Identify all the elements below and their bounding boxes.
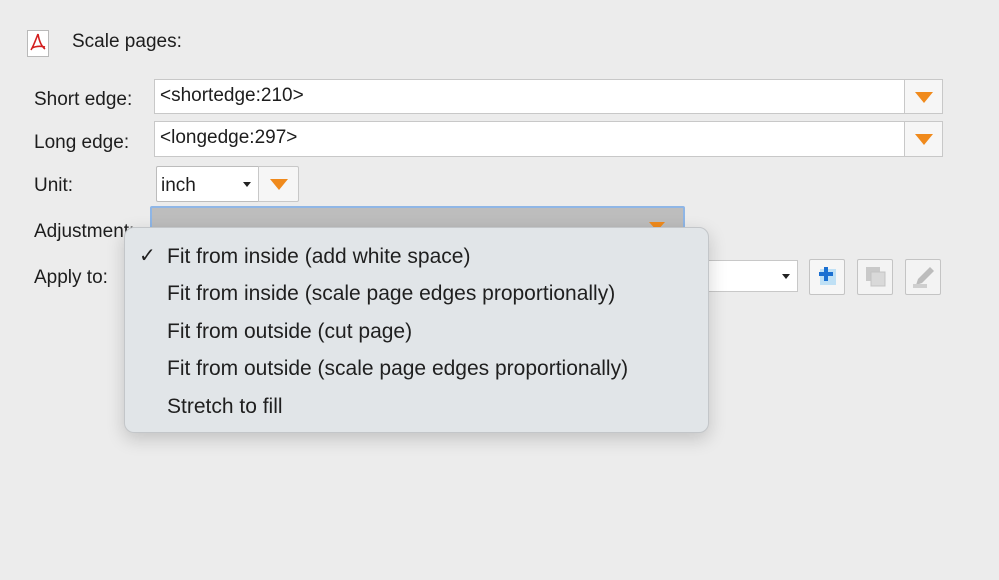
long-edge-dropdown-button[interactable]: [904, 121, 943, 157]
pdf-icon: [27, 30, 49, 57]
menu-item-label: Fit from outside (scale page edges propo…: [167, 350, 628, 387]
menu-item-fit-inside-proportional[interactable]: Fit from inside (scale page edges propor…: [125, 275, 708, 312]
caret-down-icon: [782, 274, 790, 279]
short-edge-field[interactable]: <shortedge:210>: [154, 79, 905, 114]
long-edge-label: Long edge:: [34, 132, 129, 154]
add-icon: [810, 260, 844, 294]
menu-item-fit-inside-white-space[interactable]: ✓ Fit from inside (add white space): [125, 238, 708, 275]
checkmark-icon: ✓: [139, 238, 156, 275]
unit-select[interactable]: inch: [156, 166, 259, 202]
add-button[interactable]: [809, 259, 845, 295]
chevron-down-icon: [915, 92, 933, 103]
short-edge-value: <shortedge:210>: [160, 85, 304, 107]
short-edge-dropdown-button[interactable]: [904, 79, 943, 114]
adjustment-label: Adjustment:: [34, 221, 134, 243]
duplicate-button[interactable]: [857, 259, 893, 295]
edit-button[interactable]: [905, 259, 941, 295]
unit-value: inch: [161, 175, 196, 197]
long-edge-value: <longedge:297>: [160, 127, 297, 149]
menu-item-label: Fit from inside (scale page edges propor…: [167, 275, 615, 312]
pencil-icon: [906, 260, 940, 294]
short-edge-label: Short edge:: [34, 89, 132, 111]
page-title: Scale pages:: [72, 31, 182, 53]
apply-to-label: Apply to:: [34, 267, 108, 289]
duplicate-icon: [858, 260, 892, 294]
menu-item-fit-outside-proportional[interactable]: Fit from outside (scale page edges propo…: [125, 350, 708, 387]
menu-item-fit-outside-cut[interactable]: Fit from outside (cut page): [125, 313, 708, 350]
chevron-down-icon: [270, 179, 288, 190]
chevron-down-icon: [915, 134, 933, 145]
long-edge-field[interactable]: <longedge:297>: [154, 121, 905, 157]
caret-down-icon: [243, 182, 251, 187]
menu-item-label: Stretch to fill: [167, 388, 283, 425]
apply-to-select[interactable]: [700, 260, 798, 292]
menu-item-label: Fit from outside (cut page): [167, 313, 412, 350]
menu-item-stretch-to-fill[interactable]: Stretch to fill: [125, 388, 708, 425]
menu-item-label: Fit from inside (add white space): [167, 238, 470, 275]
adjustment-dropdown-menu: ✓ Fit from inside (add white space) Fit …: [124, 227, 709, 433]
unit-dropdown-button[interactable]: [258, 166, 299, 202]
unit-label: Unit:: [34, 175, 73, 197]
